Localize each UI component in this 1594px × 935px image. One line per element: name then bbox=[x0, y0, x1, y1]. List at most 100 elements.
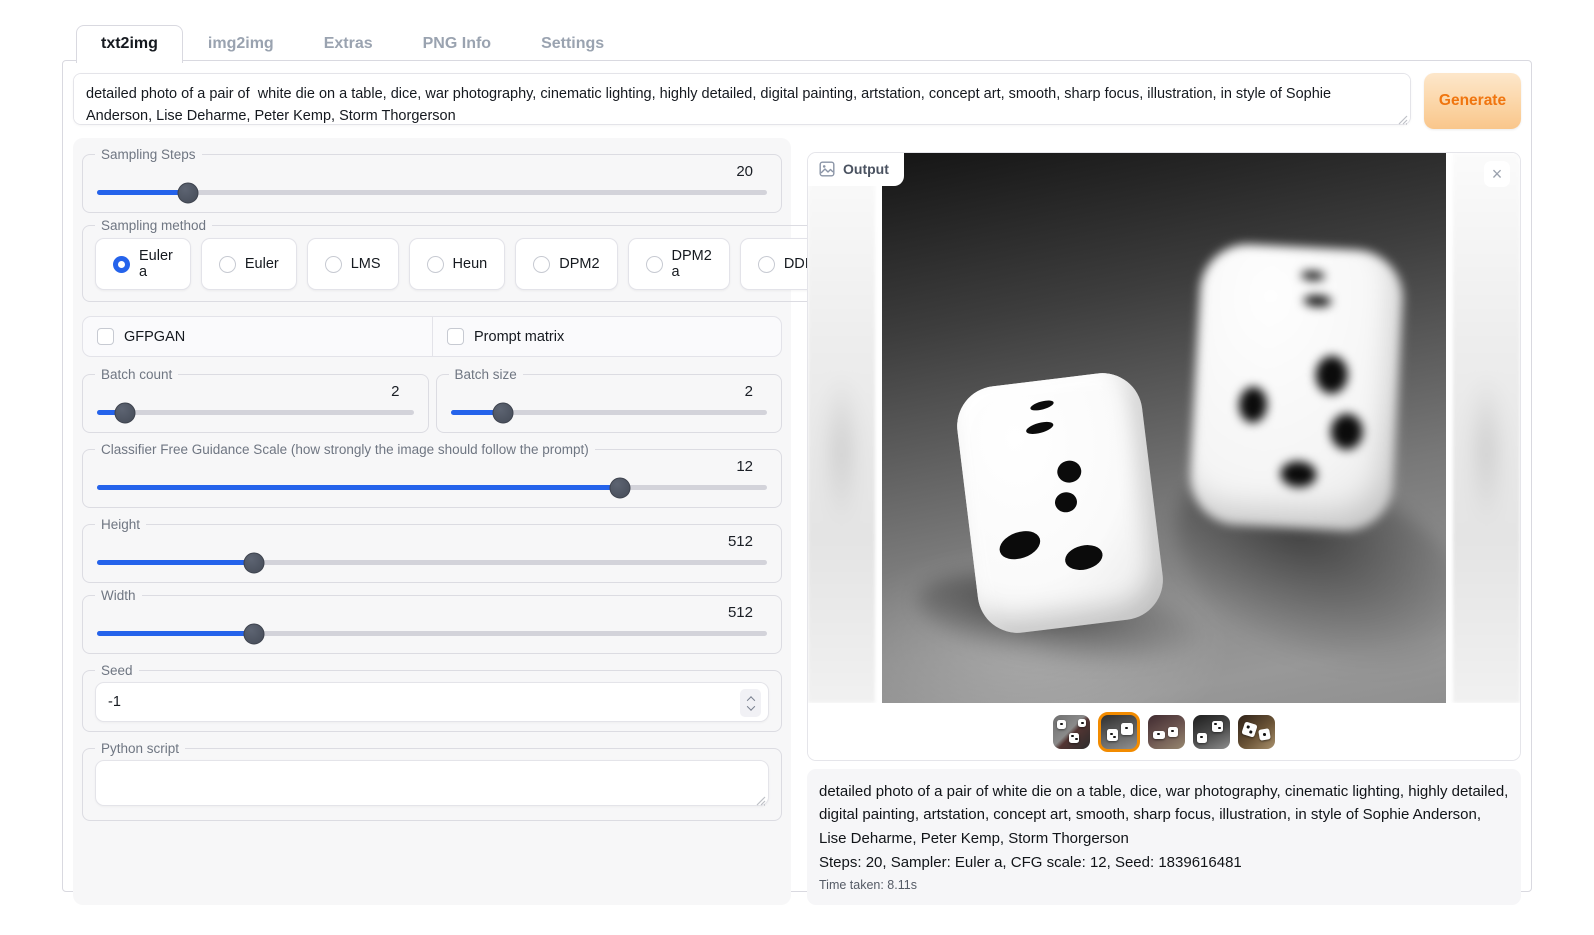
radio-label: DPM2 a bbox=[672, 248, 712, 280]
tab-img2img[interactable]: img2img bbox=[183, 25, 299, 63]
gallery-thumbnail-4[interactable] bbox=[1193, 715, 1230, 749]
radio-dpm2-a[interactable]: DPM2 a bbox=[628, 238, 730, 290]
resize-grip-icon[interactable] bbox=[1397, 114, 1408, 125]
slider-knob[interactable] bbox=[244, 623, 265, 644]
prompt-row: detailed photo of a pair of white die on… bbox=[73, 73, 1521, 130]
generated-image[interactable] bbox=[882, 153, 1446, 703]
radio-icon bbox=[758, 256, 775, 273]
sampling-method-label: Sampling method bbox=[95, 218, 212, 233]
radio-label: Euler bbox=[245, 256, 279, 272]
seed-stepper[interactable] bbox=[740, 689, 761, 717]
batch-count-slider[interactable] bbox=[97, 410, 414, 415]
batch-count-label: Batch count bbox=[95, 367, 178, 382]
gallery-thumbnail-1[interactable] bbox=[1053, 715, 1090, 749]
slider-knob[interactable] bbox=[492, 402, 513, 423]
radio-dpm2[interactable]: DPM2 bbox=[515, 238, 617, 290]
prompt-matrix-checkbox-cell[interactable]: Prompt matrix bbox=[432, 317, 781, 356]
generate-button[interactable]: Generate bbox=[1424, 73, 1521, 129]
seed-input[interactable]: -1 bbox=[95, 682, 769, 722]
slider-knob[interactable] bbox=[609, 477, 630, 498]
slider-fill bbox=[97, 485, 620, 490]
image-side-blur-right bbox=[1453, 153, 1520, 703]
cfg-scale-value: 12 bbox=[95, 458, 769, 475]
radio-heun[interactable]: Heun bbox=[409, 238, 506, 290]
resize-grip-icon[interactable] bbox=[755, 795, 766, 806]
radio-label: Heun bbox=[453, 256, 488, 272]
width-slider[interactable] bbox=[97, 631, 767, 636]
radio-euler-a[interactable]: Euler a bbox=[95, 238, 191, 290]
seed-group: Seed -1 bbox=[82, 663, 782, 732]
cfg-scale-slider[interactable] bbox=[97, 485, 767, 490]
mini-die bbox=[1197, 733, 1207, 743]
slider-fill bbox=[97, 560, 254, 565]
radio-icon bbox=[427, 256, 444, 273]
image-icon bbox=[819, 161, 835, 177]
tab-bar: txt2img img2img Extras PNG Info Settings bbox=[76, 24, 629, 62]
mini-die bbox=[1241, 721, 1257, 737]
mini-die bbox=[1168, 727, 1178, 737]
generation-info: detailed photo of a pair of white die on… bbox=[807, 769, 1521, 905]
seed-label: Seed bbox=[95, 663, 139, 678]
slider-fill bbox=[97, 631, 254, 636]
radio-lms[interactable]: LMS bbox=[307, 238, 399, 290]
sampling-steps-label: Sampling Steps bbox=[95, 147, 202, 162]
tab-settings[interactable]: Settings bbox=[516, 25, 629, 63]
width-value: 512 bbox=[95, 604, 769, 621]
radio-icon bbox=[219, 256, 236, 273]
prompt-input[interactable]: detailed photo of a pair of white die on… bbox=[73, 73, 1411, 125]
seed-value: -1 bbox=[108, 694, 121, 710]
radio-euler[interactable]: Euler bbox=[201, 238, 297, 290]
columns: Sampling Steps 20 Sampling method Euler … bbox=[63, 138, 1531, 905]
image-side-blur-left bbox=[808, 153, 875, 703]
gallery-thumbnail-3[interactable] bbox=[1148, 715, 1185, 749]
close-icon[interactable]: × bbox=[1484, 161, 1510, 187]
prompt-matrix-label: Prompt matrix bbox=[474, 329, 564, 345]
die-right bbox=[1188, 241, 1405, 532]
time-taken-text: Time taken: 8.11s bbox=[819, 878, 1509, 892]
main-container: detailed photo of a pair of white die on… bbox=[62, 60, 1532, 892]
output-label: Output bbox=[843, 161, 889, 177]
batch-count-group: Batch count 2 bbox=[82, 367, 429, 433]
slider-knob[interactable] bbox=[244, 552, 265, 573]
mini-die bbox=[1121, 723, 1133, 735]
slider-fill bbox=[97, 190, 188, 195]
settings-panel: Sampling Steps 20 Sampling method Euler … bbox=[73, 138, 791, 905]
result-prompt-text: detailed photo of a pair of white die on… bbox=[819, 780, 1509, 850]
gallery-thumbnail-2-selected[interactable] bbox=[1098, 712, 1140, 752]
sampling-steps-slider[interactable] bbox=[97, 190, 767, 195]
batch-size-value: 2 bbox=[449, 383, 770, 400]
width-label: Width bbox=[95, 588, 142, 603]
mini-die bbox=[1078, 719, 1086, 727]
cfg-scale-group: Classifier Free Guidance Scale (how stro… bbox=[82, 442, 782, 508]
prompt-matrix-checkbox[interactable] bbox=[447, 328, 464, 345]
height-group: Height 512 bbox=[82, 517, 782, 583]
gfpgan-checkbox-cell[interactable]: GFPGAN bbox=[83, 317, 432, 356]
radio-label: Euler a bbox=[139, 248, 173, 280]
tab-txt2img[interactable]: txt2img bbox=[76, 25, 183, 63]
python-script-group: Python script bbox=[82, 741, 782, 821]
slider-knob[interactable] bbox=[178, 182, 199, 203]
output-gallery: Output × bbox=[807, 152, 1521, 761]
batch-settings: Batch count 2 Batch size 2 bbox=[82, 367, 782, 442]
radio-icon bbox=[325, 256, 342, 273]
mini-die bbox=[1107, 729, 1118, 741]
result-params-text: Steps: 20, Sampler: Euler a, CFG scale: … bbox=[819, 851, 1509, 874]
image-stage bbox=[808, 153, 1520, 703]
tab-png-info[interactable]: PNG Info bbox=[398, 25, 516, 63]
prompt-textarea-wrap: detailed photo of a pair of white die on… bbox=[73, 73, 1411, 130]
python-script-input[interactable] bbox=[95, 760, 769, 806]
gfpgan-checkbox[interactable] bbox=[97, 328, 114, 345]
output-header: Output bbox=[808, 153, 904, 186]
height-slider[interactable] bbox=[97, 560, 767, 565]
python-script-label: Python script bbox=[95, 741, 185, 756]
feature-toggles: GFPGAN Prompt matrix bbox=[82, 316, 782, 357]
mini-die bbox=[1069, 733, 1079, 743]
cfg-scale-label: Classifier Free Guidance Scale (how stro… bbox=[95, 442, 595, 457]
mini-die bbox=[1212, 721, 1223, 732]
gallery-thumbnail-5[interactable] bbox=[1238, 715, 1275, 749]
radio-icon bbox=[533, 256, 550, 273]
chevron-down-icon[interactable] bbox=[746, 702, 754, 710]
slider-knob[interactable] bbox=[115, 402, 136, 423]
batch-size-slider[interactable] bbox=[451, 410, 768, 415]
tab-extras[interactable]: Extras bbox=[299, 25, 398, 63]
